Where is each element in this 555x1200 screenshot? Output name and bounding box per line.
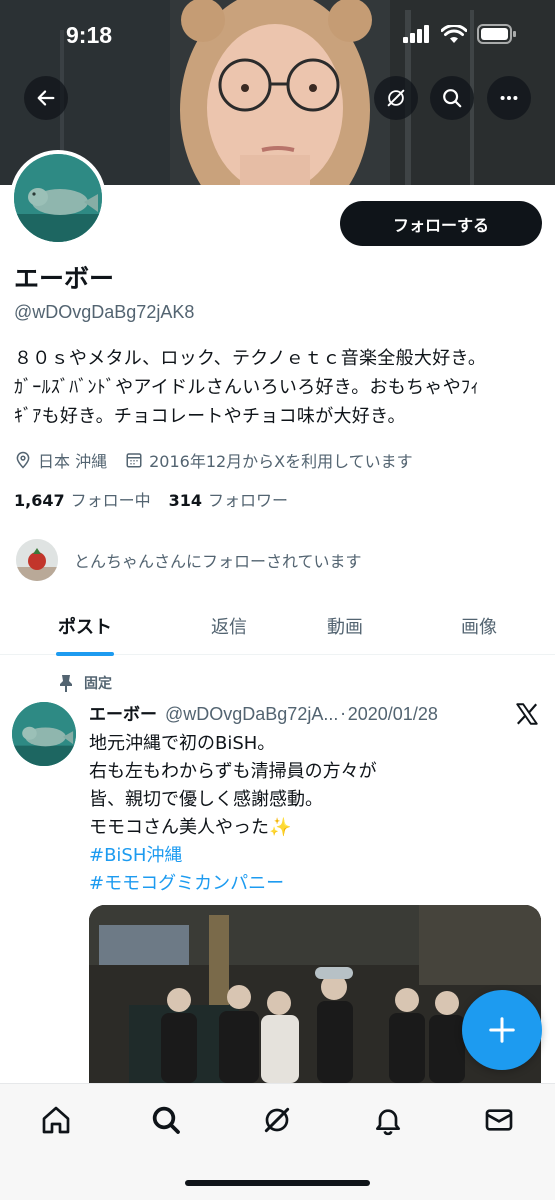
join-date: 2016年12月からXを利用しています bbox=[125, 448, 413, 472]
followers-count: 314 bbox=[168, 491, 203, 510]
bio-line: ８０ｓやメタル、ロック、テクノｅｔｃ音楽全般大好き。 bbox=[14, 348, 487, 369]
tab-posts[interactable]: ポスト bbox=[30, 597, 140, 656]
tweet-author-handle[interactable]: @wDOvgDaBg72jA... bbox=[165, 704, 338, 725]
hashtag-link[interactable]: #BiSH沖縄 bbox=[89, 842, 377, 870]
calendar-icon bbox=[126, 453, 142, 468]
profile-bio: ８０ｓやメタル、ロック、テクノｅｔｃ音楽全般大好き。 ｶﾞｰﾙｽﾞﾊﾞﾝﾄﾞやア… bbox=[14, 344, 544, 431]
display-name: エーボー bbox=[14, 264, 115, 293]
search-icon bbox=[443, 89, 462, 108]
following-count: 1,647 bbox=[14, 491, 65, 510]
nav-messages[interactable] bbox=[479, 1100, 519, 1140]
active-tab-indicator bbox=[56, 652, 114, 656]
plus-icon bbox=[489, 1017, 515, 1043]
tweet-line: モモコさん美人やった✨ bbox=[89, 817, 292, 838]
back-button[interactable] bbox=[24, 76, 68, 120]
notifications-icon bbox=[376, 1109, 400, 1136]
tweet-text: 地元沖縄で初のBiSH。 右も左もわからずも清掃員の方々が 皆、親切で優しく感謝… bbox=[89, 730, 377, 898]
tweet-header: エーボー @wDOvgDaBg72jA... · 2020/01/28 bbox=[89, 700, 438, 725]
back-arrow-icon bbox=[37, 90, 55, 106]
grok-icon bbox=[387, 89, 405, 107]
bio-line: ｷﾞｱも好き。チョコレートやチョコ味が大好き。 bbox=[14, 406, 406, 427]
profile-handle: @wDOvgDaBg72jAK8 bbox=[14, 302, 195, 322]
followed-by[interactable]: とんちゃんさんにフォローされています bbox=[14, 537, 362, 583]
following-link[interactable]: 1,647 フォロー中 bbox=[14, 487, 151, 511]
tweet-line: 地元沖縄で初のBiSH。 bbox=[89, 733, 276, 754]
home-icon bbox=[42, 1106, 70, 1134]
tab-label: 画像 bbox=[461, 617, 497, 638]
signal-icon bbox=[403, 25, 429, 43]
nav-home[interactable] bbox=[36, 1100, 76, 1140]
tweet-avatar[interactable] bbox=[12, 702, 76, 766]
join-date-text: 2016年12月からXを利用しています bbox=[149, 452, 413, 471]
location-pin-icon bbox=[16, 451, 30, 469]
messages-icon bbox=[485, 1109, 513, 1131]
battery-icon bbox=[477, 24, 516, 44]
bio-line: ｶﾞｰﾙｽﾞﾊﾞﾝﾄﾞやアイドルさんいろいろ好き。おもちゃやﾌｨ bbox=[14, 377, 480, 398]
follow-button[interactable]: フォローする bbox=[340, 201, 542, 246]
followed-by-text: とんちゃんさんにフォローされています bbox=[74, 552, 362, 571]
profile-meta: 日本 沖縄 2016年12月からXを利用しています bbox=[14, 448, 431, 472]
avatar-photo bbox=[14, 154, 102, 242]
profile-avatar[interactable] bbox=[10, 150, 106, 246]
tab-label: 返信 bbox=[211, 617, 247, 638]
tweet-date[interactable]: 2020/01/28 bbox=[348, 704, 438, 725]
compose-button[interactable] bbox=[462, 990, 542, 1070]
tweet-separator: · bbox=[340, 705, 346, 725]
followers-link[interactable]: 314 フォロワー bbox=[169, 487, 288, 511]
tab-videos[interactable]: 動画 bbox=[290, 597, 400, 655]
followers-label: フォロワー bbox=[208, 491, 289, 510]
tweet-author-name[interactable]: エーボー bbox=[89, 700, 157, 725]
nav-notifications[interactable] bbox=[368, 1100, 408, 1140]
search-icon bbox=[152, 1106, 180, 1134]
status-icons bbox=[403, 24, 517, 44]
following-label: フォロー中 bbox=[70, 491, 151, 510]
grok-icon bbox=[264, 1107, 290, 1133]
grok-button[interactable] bbox=[374, 76, 418, 120]
tab-label: 動画 bbox=[327, 617, 363, 638]
profile-tabs: ポスト 返信 動画 画像 bbox=[0, 597, 555, 656]
tweet-line: 皆、親切で優しく感謝感動。 bbox=[89, 789, 323, 810]
search-button[interactable] bbox=[430, 76, 474, 120]
follower-avatar-photo bbox=[16, 539, 58, 581]
tab-label: ポスト bbox=[58, 617, 112, 638]
more-icon bbox=[500, 95, 518, 101]
location-text: 日本 沖縄 bbox=[38, 452, 108, 471]
pinned-indicator: 固定 bbox=[58, 673, 112, 693]
tab-media[interactable]: 画像 bbox=[424, 597, 534, 655]
wifi-icon bbox=[441, 24, 467, 43]
hashtag-link[interactable]: #モモコグミカンパニー bbox=[89, 870, 377, 898]
more-button[interactable] bbox=[487, 76, 531, 120]
tab-replies[interactable]: 返信 bbox=[174, 597, 284, 655]
pinned-label: 固定 bbox=[84, 676, 112, 692]
nav-search[interactable] bbox=[146, 1100, 186, 1140]
tweet-avatar-photo bbox=[12, 702, 76, 766]
pin-icon bbox=[60, 675, 72, 692]
nav-grok[interactable] bbox=[257, 1100, 297, 1140]
home-indicator bbox=[185, 1180, 370, 1186]
follower-avatar bbox=[14, 537, 60, 583]
status-bar: 9:18 bbox=[0, 0, 555, 70]
tweet-line: 右も左もわからずも清掃員の方々が bbox=[89, 761, 377, 782]
x-logo-icon bbox=[516, 703, 538, 725]
follow-counts: 1,647 フォロー中 314 フォロワー bbox=[14, 487, 306, 511]
status-time: 9:18 bbox=[66, 22, 113, 48]
location: 日本 沖縄 bbox=[14, 448, 107, 472]
